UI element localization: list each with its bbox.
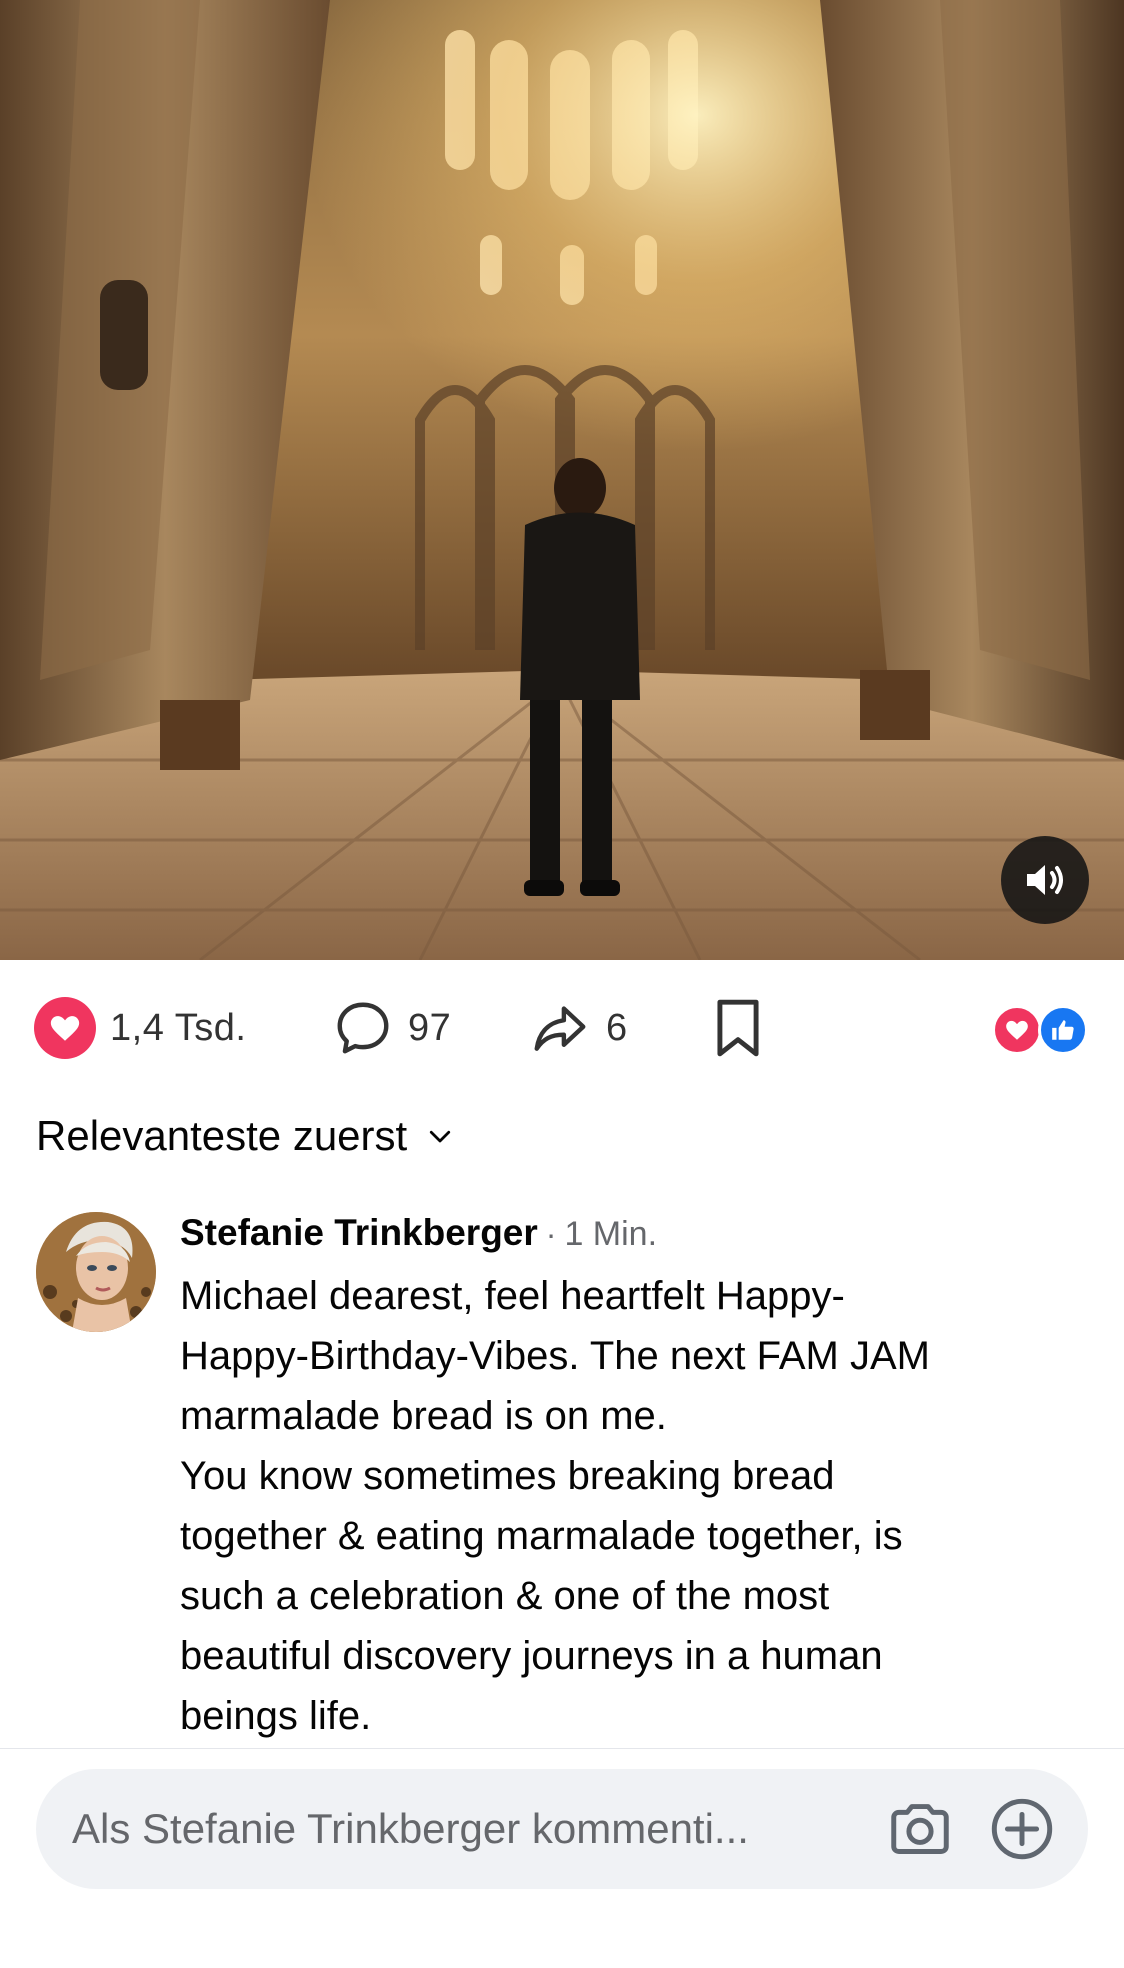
camera-icon [891,1804,949,1854]
plus-circle-icon [991,1798,1053,1860]
comment-count: 97 [408,1006,452,1049]
comment-composer-bar [0,1748,1124,1968]
comment-meta-separator: · [545,1216,557,1252]
camera-button[interactable] [882,1791,958,1867]
like-count: 1,4 Tsd. [110,1006,247,1049]
chevron-down-icon [430,1130,451,1143]
sound-toggle-button[interactable] [1001,836,1089,924]
comment-header: Stefanie Trinkberger · 1 Min. [180,1212,1096,1260]
comment-bubble-icon [337,1002,389,1054]
share-arrow-icon [534,1006,586,1051]
thumbs-up-reaction-icon [1038,1005,1088,1055]
post-action-bar: 1,4 Tsd. 97 6 [0,960,1124,1096]
comment-text: Michael dearest, feel heartfelt Happy- H… [180,1274,930,1738]
comment-body: Stefanie Trinkberger · 1 Min. Michael de… [180,1212,1096,1746]
heart-icon [34,997,96,1059]
comment-button[interactable]: 97 [332,960,451,1096]
share-count: 6 [606,1006,628,1049]
avatar[interactable] [36,1212,156,1332]
comment-timestamp: 1 Min. [564,1215,658,1253]
comment-sort-dropdown[interactable]: Relevanteste zuerst [36,1108,455,1164]
add-attachment-button[interactable] [984,1791,1060,1867]
comment-input[interactable] [72,1769,892,1889]
reactions-summary[interactable] [992,1005,1092,1055]
heart-reaction-icon [992,1005,1042,1055]
save-button[interactable] [712,960,764,1096]
post-media[interactable] [0,0,1124,960]
cathedral-photo [0,0,1124,960]
sort-label: Relevanteste zuerst [36,1112,408,1159]
speaker-icon [1027,865,1063,895]
comment-composer [36,1769,1088,1889]
bookmark-icon [717,999,759,1057]
share-button[interactable]: 6 [528,960,628,1096]
comment-author[interactable]: Stefanie Trinkberger [180,1212,538,1254]
like-button[interactable]: 1,4 Tsd. [34,960,246,1096]
